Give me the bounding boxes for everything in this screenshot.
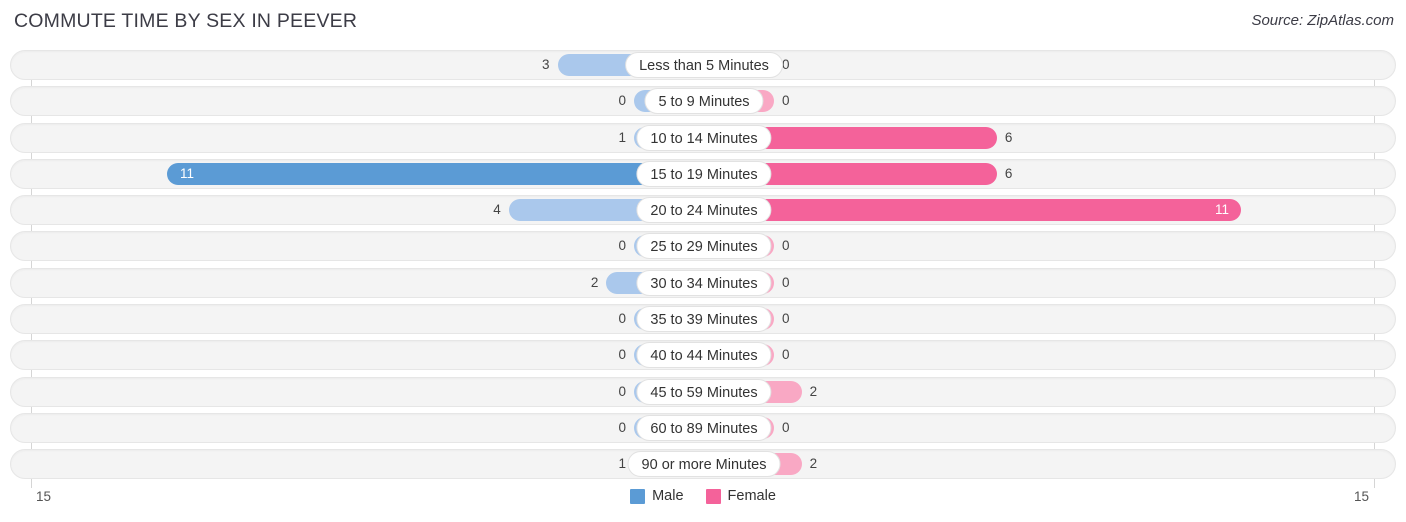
table-row[interactable]: 1 2 90 or more Minutes [10,449,1396,480]
value-label-female: 6 [1004,165,1013,181]
value-label-male: 2 [590,274,599,290]
legend-swatch-male [630,488,646,504]
source-attribution: Source: ZipAtlas.com [1251,12,1394,29]
table-row[interactable]: 0 0 40 to 44 Minutes [10,340,1396,371]
row-content: 4 11 20 to 24 Minutes [11,196,1395,224]
row-content: 0 0 5 to 9 Minutes [11,87,1395,115]
category-label: 35 to 39 Minutes [636,306,772,333]
row-content: 11 6 15 to 19 Minutes [11,160,1395,188]
value-label-female: 0 [782,93,790,109]
value-label-male: 0 [618,238,626,254]
row-content: 0 0 25 to 29 Minutes [11,232,1395,260]
legend-item-female[interactable]: Female [705,488,776,504]
row-content: 0 0 60 to 89 Minutes [11,414,1395,442]
value-label-male: 1 [618,129,626,145]
row-content: 0 2 45 to 59 Minutes [11,378,1395,406]
category-label: 60 to 89 Minutes [636,414,772,441]
chart-legend: Male Female [10,488,1396,504]
row-content: 0 0 40 to 44 Minutes [11,341,1395,369]
category-label: 15 to 19 Minutes [636,160,772,187]
value-label-male: 3 [542,57,550,72]
plot-area: 3 0 Less than 5 Minutes 0 0 5 to 9 Minutes 1 6 1… [10,50,1396,488]
table-row[interactable]: 0 2 45 to 59 Minutes [10,376,1396,407]
value-label-male: 1 [618,456,626,472]
category-label: 45 to 59 Minutes [636,378,772,405]
table-row[interactable]: 0 0 5 to 9 Minutes [10,86,1396,117]
value-label-female: 0 [782,419,790,435]
category-label: 20 to 24 Minutes [636,197,772,224]
table-row[interactable]: 4 11 20 to 24 Minutes [10,195,1396,226]
category-label: 40 to 44 Minutes [636,342,772,369]
category-label: 90 or more Minutes [627,451,781,478]
value-label-female: 11 [1214,202,1229,218]
row-content: 3 0 Less than 5 Minutes [11,51,1395,79]
row-content: 1 6 10 to 14 Minutes [11,124,1395,152]
value-label-male: 0 [618,347,626,363]
category-label: Less than 5 Minutes [625,52,783,78]
value-label-male: 4 [493,202,501,218]
table-row[interactable]: 3 0 Less than 5 Minutes [10,50,1396,80]
value-label-male: 0 [618,93,626,109]
row-content: 1 2 90 or more Minutes [11,450,1395,478]
legend-item-male[interactable]: Male [630,488,684,504]
row-content: 0 0 35 to 39 Minutes [11,305,1395,333]
value-label-female: 0 [782,57,790,72]
chart-container: COMMUTE TIME BY SEX IN PEEVER Source: Zi… [0,0,1406,522]
value-label-female: 0 [782,311,790,327]
value-label-male: 0 [618,419,626,435]
category-label: 5 to 9 Minutes [644,88,764,115]
table-row[interactable]: 0 0 25 to 29 Minutes [10,231,1396,262]
value-label-female: 0 [782,274,790,290]
bar-female[interactable] [704,199,1241,222]
chart-header: COMMUTE TIME BY SEX IN PEEVER Source: Zi… [0,0,1406,44]
table-row[interactable]: 11 6 15 to 19 Minutes [10,158,1396,189]
value-label-female: 0 [782,238,790,254]
page-title: COMMUTE TIME BY SEX IN PEEVER [14,10,358,32]
bar-male[interactable] [167,162,704,185]
value-label-male: 0 [618,383,626,399]
legend-label-female: Female [727,488,776,504]
value-label-female: 2 [809,383,818,399]
value-label-female: 0 [782,347,790,363]
value-label-female: 2 [809,456,818,472]
chart-footer: 15 15 Male Female [10,486,1396,522]
table-row[interactable]: 0 0 35 to 39 Minutes [10,304,1396,335]
legend-label-male: Male [652,488,684,504]
value-label-male: 11 [180,165,195,181]
category-label: 10 to 14 Minutes [636,124,772,151]
table-row[interactable]: 0 0 60 to 89 Minutes [10,412,1396,443]
category-label: 25 to 29 Minutes [636,233,772,260]
legend-swatch-female [705,488,721,504]
row-content: 2 0 30 to 34 Minutes [11,269,1395,297]
value-label-male: 0 [618,311,626,327]
table-row[interactable]: 2 0 30 to 34 Minutes [10,267,1396,298]
category-label: 30 to 34 Minutes [636,269,772,296]
table-row[interactable]: 1 6 10 to 14 Minutes [10,122,1396,153]
value-label-female: 6 [1004,129,1013,145]
